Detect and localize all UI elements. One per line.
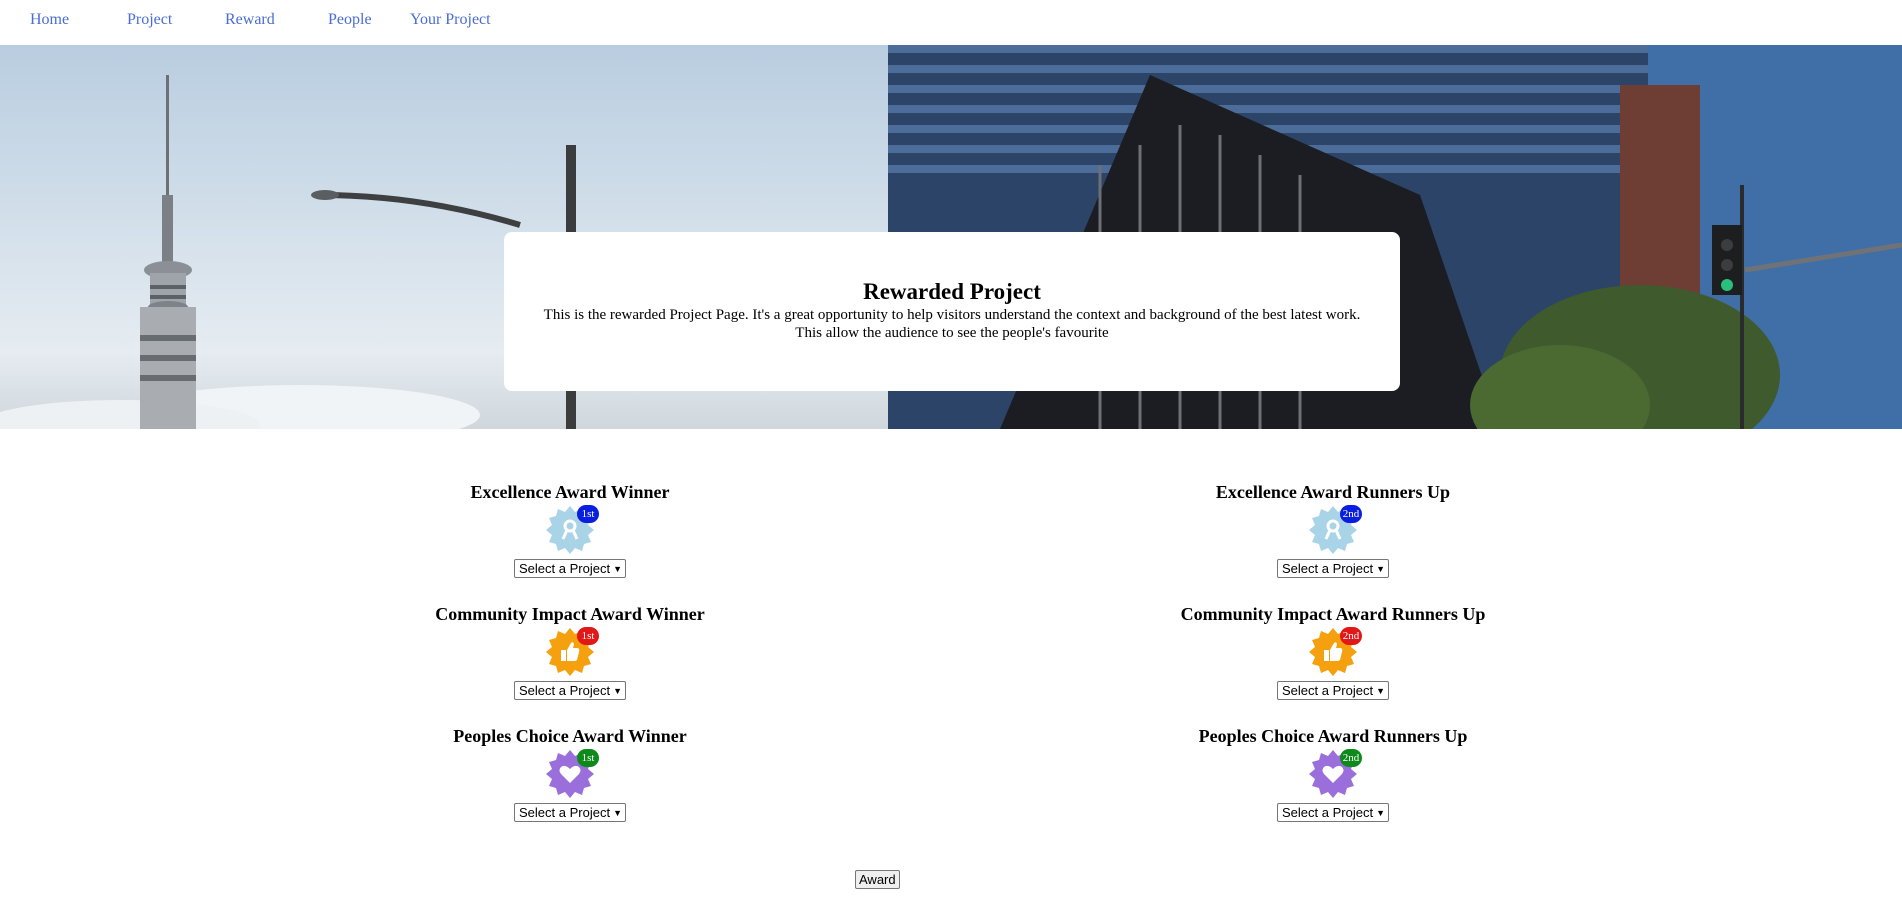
project-select[interactable]: Select a Project ▼ — [514, 559, 626, 578]
nav-people-link[interactable]: People — [328, 11, 372, 29]
rank-badge: 2nd — [1340, 627, 1362, 645]
select-value: Select a Project — [519, 805, 611, 820]
excellence-award-runners-up-section: Excellence Award Runners Up 2nd Select a… — [1133, 481, 1533, 578]
rank-badge: 1st — [577, 627, 599, 645]
nav-your-project-link[interactable]: Your Project — [410, 11, 491, 29]
rank-badge: 2nd — [1340, 749, 1362, 767]
award-submit-button[interactable]: Award — [855, 870, 900, 889]
community-impact-award-winner-section: Community Impact Award Winner 1st Select… — [370, 603, 770, 700]
chevron-down-icon: ▼ — [613, 808, 622, 818]
project-select[interactable]: Select a Project ▼ — [1277, 803, 1389, 822]
project-select[interactable]: Select a Project ▼ — [514, 803, 626, 822]
award-title: Peoples Choice Award Winner — [453, 726, 687, 746]
chevron-down-icon: ▼ — [613, 686, 622, 696]
excellence-award-winner-section: Excellence Award Winner 1st Select a Pro… — [370, 481, 770, 578]
nav-home-link[interactable]: Home — [30, 11, 69, 29]
award-badge: 1st — [544, 504, 599, 556]
award-badge: 2nd — [1307, 748, 1362, 800]
rank-badge: 1st — [577, 749, 599, 767]
project-select[interactable]: Select a Project ▼ — [1277, 681, 1389, 700]
nav-reward-link[interactable]: Reward — [225, 11, 275, 29]
award-badge: 2nd — [1307, 504, 1362, 556]
award-title: Excellence Award Winner — [470, 482, 670, 502]
select-value: Select a Project — [1282, 561, 1374, 576]
award-title: Community Impact Award Winner — [435, 604, 705, 624]
select-value: Select a Project — [1282, 683, 1374, 698]
award-title: Community Impact Award Runners Up — [1180, 604, 1486, 624]
award-badge: 1st — [544, 748, 599, 800]
select-value: Select a Project — [1282, 805, 1374, 820]
select-value: Select a Project — [519, 561, 611, 576]
peoples-choice-award-runners-up-section: Peoples Choice Award Runners Up 2nd Sele… — [1133, 725, 1533, 822]
chevron-down-icon: ▼ — [613, 564, 622, 574]
nav-project-link[interactable]: Project — [127, 11, 172, 29]
chevron-down-icon: ▼ — [1376, 686, 1385, 696]
peoples-choice-award-winner-section: Peoples Choice Award Winner 1st Select a… — [370, 725, 770, 822]
select-value: Select a Project — [519, 683, 611, 698]
community-impact-award-runners-up-section: Community Impact Award Runners Up 2nd Se… — [1133, 603, 1533, 700]
top-nav: Home Project Reward People Your Project — [0, 0, 1902, 45]
award-badge: 1st — [544, 626, 599, 678]
project-select[interactable]: Select a Project ▼ — [1277, 559, 1389, 578]
page-title: Rewarded Project — [863, 279, 1041, 304]
award-title: Excellence Award Runners Up — [1215, 482, 1451, 502]
hero-banner: Rewarded Project This is the rewarded Pr… — [0, 45, 1902, 429]
chevron-down-icon: ▼ — [1376, 808, 1385, 818]
page-description: This is the rewarded Project Page. It's … — [543, 307, 1361, 341]
rank-badge: 2nd — [1340, 505, 1362, 523]
project-select[interactable]: Select a Project ▼ — [514, 681, 626, 700]
award-badge: 2nd — [1307, 626, 1362, 678]
chevron-down-icon: ▼ — [1376, 564, 1385, 574]
award-title: Peoples Choice Award Runners Up — [1198, 726, 1468, 746]
rank-badge: 1st — [577, 505, 599, 523]
hero-card: Rewarded Project This is the rewarded Pr… — [504, 232, 1400, 391]
